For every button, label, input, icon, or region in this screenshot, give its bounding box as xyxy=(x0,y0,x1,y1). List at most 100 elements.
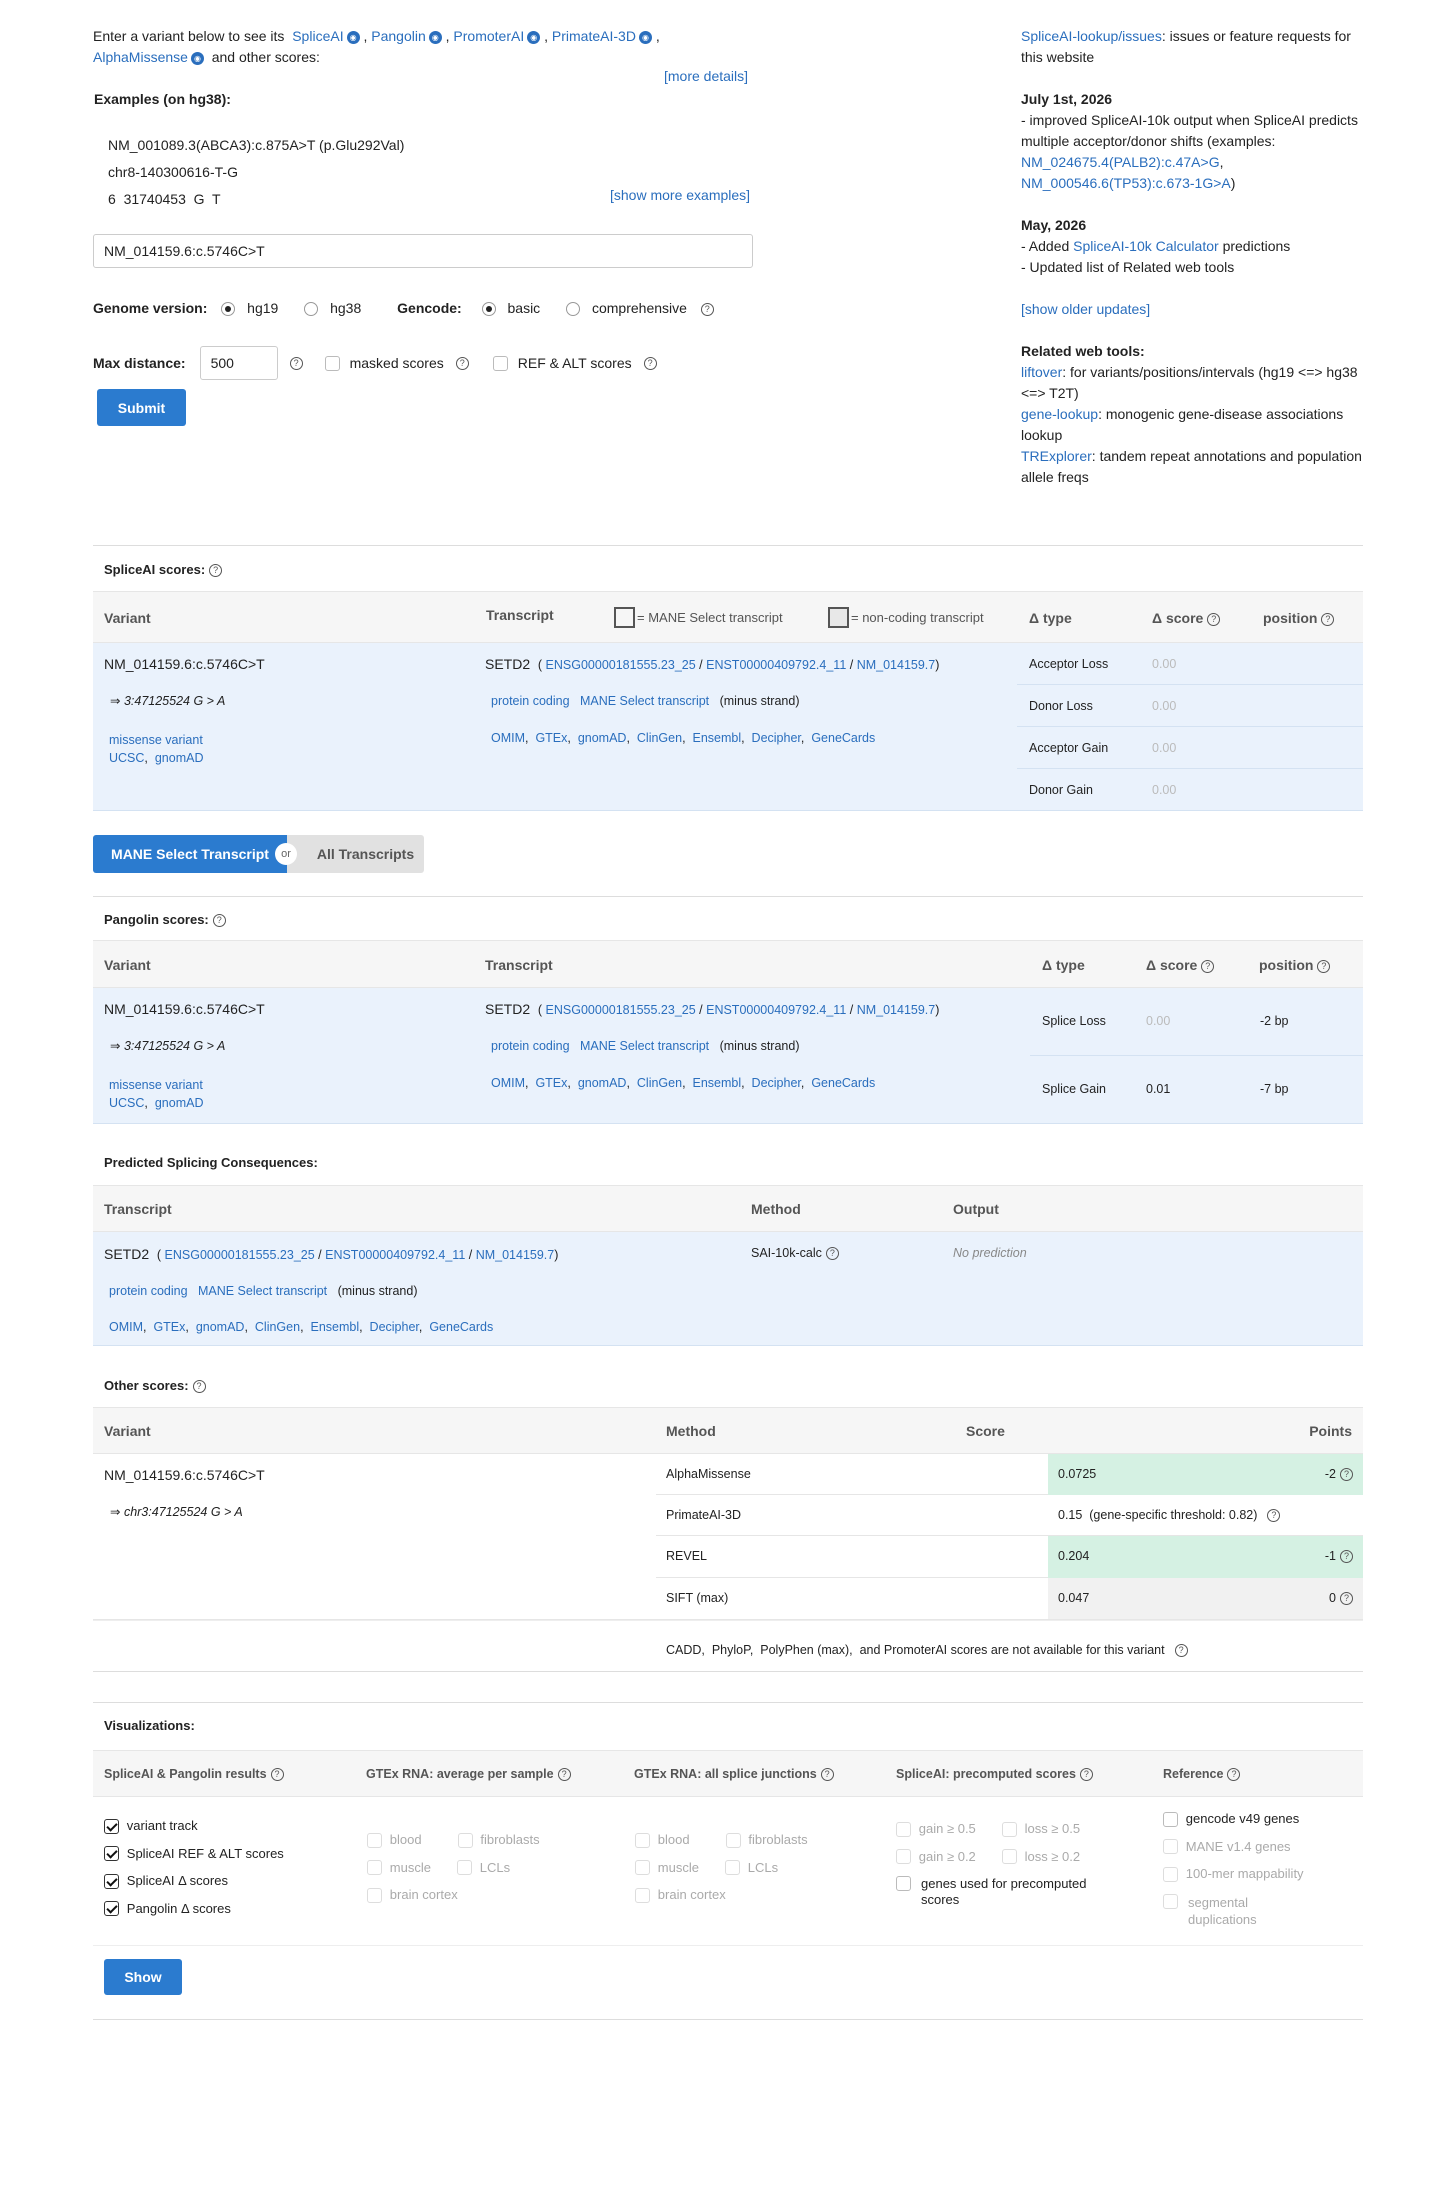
show-button[interactable]: Show xyxy=(104,1959,182,1995)
loss-05-checkbox[interactable] xyxy=(1001,1821,1017,1837)
comprehensive-radio[interactable] xyxy=(566,302,581,317)
help-icon[interactable]: ? xyxy=(643,356,657,370)
clingen-link[interactable]: ClinGen xyxy=(255,1320,300,1334)
help-icon[interactable]: ? xyxy=(1207,612,1221,626)
blood-checkbox[interactable] xyxy=(635,1832,650,1848)
github-icon[interactable]: ◉ xyxy=(346,30,360,44)
ucsc-link[interactable]: UCSC xyxy=(109,751,144,765)
enst-link[interactable]: ENST00000409792.4_11 xyxy=(706,658,846,672)
mane-genes-checkbox[interactable] xyxy=(1163,1839,1178,1855)
decipher-link[interactable]: Decipher xyxy=(752,731,801,745)
precomputed-genes-checkbox[interactable] xyxy=(896,1876,911,1891)
consequence-link[interactable]: missense variant xyxy=(109,1078,203,1092)
brain-cortex-checkbox[interactable] xyxy=(635,1887,650,1903)
genecards-link[interactable]: GeneCards xyxy=(429,1320,493,1334)
gencode-genes-checkbox[interactable] xyxy=(1163,1811,1178,1827)
spliceai-link[interactable]: SpliceAI xyxy=(292,28,343,44)
omim-link[interactable]: OMIM xyxy=(491,1076,525,1090)
basic-radio[interactable] xyxy=(481,302,496,317)
promoterai-link[interactable]: PromoterAI xyxy=(453,28,524,44)
show-older-updates-link[interactable]: [show older updates] xyxy=(1021,301,1150,317)
genecards-link[interactable]: GeneCards xyxy=(811,731,875,745)
mane-select-toggle[interactable]: MANE Select Transcript xyxy=(93,835,287,873)
nm-link[interactable]: NM_014159.7 xyxy=(857,1003,936,1017)
enst-link[interactable]: ENST00000409792.4_11 xyxy=(706,1003,846,1017)
ensembl-link[interactable]: Ensembl xyxy=(310,1320,359,1334)
hg38-radio[interactable] xyxy=(304,302,319,317)
spliceai-delta-checkbox[interactable] xyxy=(104,1873,119,1889)
nm-link[interactable]: NM_014159.7 xyxy=(476,1248,555,1262)
help-icon[interactable]: ? xyxy=(1317,959,1331,973)
example-item[interactable]: chr8-140300616-T-G xyxy=(108,159,404,186)
gnomad-link[interactable]: gnomAD xyxy=(196,1320,245,1334)
ucsc-link[interactable]: UCSC xyxy=(109,1096,144,1110)
help-icon[interactable]: ? xyxy=(1227,1768,1241,1782)
show-more-examples-link[interactable]: [show more examples] xyxy=(610,187,750,203)
omim-link[interactable]: OMIM xyxy=(491,731,525,745)
segmental-duplications-checkbox[interactable] xyxy=(1163,1893,1178,1909)
pangolin-delta-checkbox[interactable] xyxy=(104,1901,119,1917)
trexplorer-link[interactable]: TRExplorer xyxy=(1021,448,1092,464)
muscle-checkbox[interactable] xyxy=(367,1860,382,1876)
ref-alt-scores-checkbox[interactable] xyxy=(492,355,508,371)
liftover-link[interactable]: liftover xyxy=(1021,364,1062,380)
variant-track-checkbox[interactable] xyxy=(104,1818,119,1834)
ref-alt-checkbox[interactable] xyxy=(104,1846,119,1862)
ensg-link[interactable]: ENSG00000181555.23_25 xyxy=(165,1248,315,1262)
calculator-link[interactable]: SpliceAI-10k Calculator xyxy=(1073,238,1219,254)
lcls-checkbox[interactable] xyxy=(456,1860,472,1876)
pangolin-link[interactable]: Pangolin xyxy=(371,28,426,44)
gain-02-checkbox[interactable] xyxy=(896,1849,911,1865)
consequence-link[interactable]: missense variant xyxy=(109,733,203,747)
help-icon[interactable]: ? xyxy=(270,1768,284,1782)
help-icon[interactable]: ? xyxy=(820,1768,834,1782)
help-icon[interactable]: ? xyxy=(1201,959,1215,973)
help-icon[interactable]: ? xyxy=(700,302,714,316)
example-item[interactable]: NM_001089.3(ABCA3):c.875A>T (p.Glu292Val… xyxy=(108,132,404,159)
help-icon[interactable]: ? xyxy=(192,1380,206,1394)
issues-link[interactable]: SpliceAI-lookup/issues xyxy=(1021,28,1162,44)
clingen-link[interactable]: ClinGen xyxy=(637,1076,682,1090)
ensg-link[interactable]: ENSG00000181555.23_25 xyxy=(546,1003,696,1017)
help-icon[interactable]: ? xyxy=(1340,1592,1353,1606)
ensg-link[interactable]: ENSG00000181555.23_25 xyxy=(546,658,696,672)
lcls-checkbox[interactable] xyxy=(724,1860,740,1876)
brain-cortex-checkbox[interactable] xyxy=(367,1887,382,1903)
clingen-link[interactable]: ClinGen xyxy=(637,731,682,745)
primateai-link[interactable]: PrimateAI-3D xyxy=(552,28,636,44)
help-icon[interactable]: ? xyxy=(1079,1768,1093,1782)
ensembl-link[interactable]: Ensembl xyxy=(692,1076,741,1090)
nm-link[interactable]: NM_014159.7 xyxy=(857,658,936,672)
help-icon[interactable]: ? xyxy=(289,356,303,370)
loss-02-checkbox[interactable] xyxy=(1001,1849,1017,1865)
gnomad-link[interactable]: gnomAD xyxy=(578,731,627,745)
example-link[interactable]: NM_024675.4(PALB2):c.47A>G xyxy=(1021,154,1220,170)
hg19-radio[interactable] xyxy=(221,302,236,317)
help-icon[interactable]: ? xyxy=(455,356,469,370)
gtex-link[interactable]: GTEx xyxy=(535,1076,567,1090)
masked-scores-checkbox[interactable] xyxy=(324,355,340,371)
help-icon[interactable]: ? xyxy=(825,1247,839,1261)
alphamissense-link[interactable]: AlphaMissense xyxy=(93,49,188,65)
all-transcripts-toggle[interactable]: All Transcripts xyxy=(287,835,424,873)
decipher-link[interactable]: Decipher xyxy=(370,1320,419,1334)
help-icon[interactable]: ? xyxy=(209,564,223,578)
github-icon[interactable]: ◉ xyxy=(527,30,541,44)
fibroblasts-checkbox[interactable] xyxy=(725,1832,741,1848)
decipher-link[interactable]: Decipher xyxy=(752,1076,801,1090)
gnomad-link[interactable]: gnomAD xyxy=(578,1076,627,1090)
github-icon[interactable]: ◉ xyxy=(638,30,652,44)
fibroblasts-checkbox[interactable] xyxy=(457,1832,473,1848)
gain-05-checkbox[interactable] xyxy=(896,1821,911,1837)
example-link[interactable]: NM_000546.6(TP53):c.673-1G>A xyxy=(1021,175,1231,191)
gtex-link[interactable]: GTEx xyxy=(535,731,567,745)
help-icon[interactable]: ? xyxy=(1174,1644,1188,1658)
help-icon[interactable]: ? xyxy=(1321,612,1335,626)
muscle-checkbox[interactable] xyxy=(635,1860,650,1876)
example-item[interactable]: 6 31740453 G T xyxy=(108,186,404,213)
gene-lookup-link[interactable]: gene-lookup xyxy=(1021,406,1098,422)
gnomad-link[interactable]: gnomAD xyxy=(155,1096,204,1110)
help-icon[interactable]: ? xyxy=(1267,1509,1281,1523)
help-icon[interactable]: ? xyxy=(212,914,226,928)
gtex-link[interactable]: GTEx xyxy=(153,1320,185,1334)
